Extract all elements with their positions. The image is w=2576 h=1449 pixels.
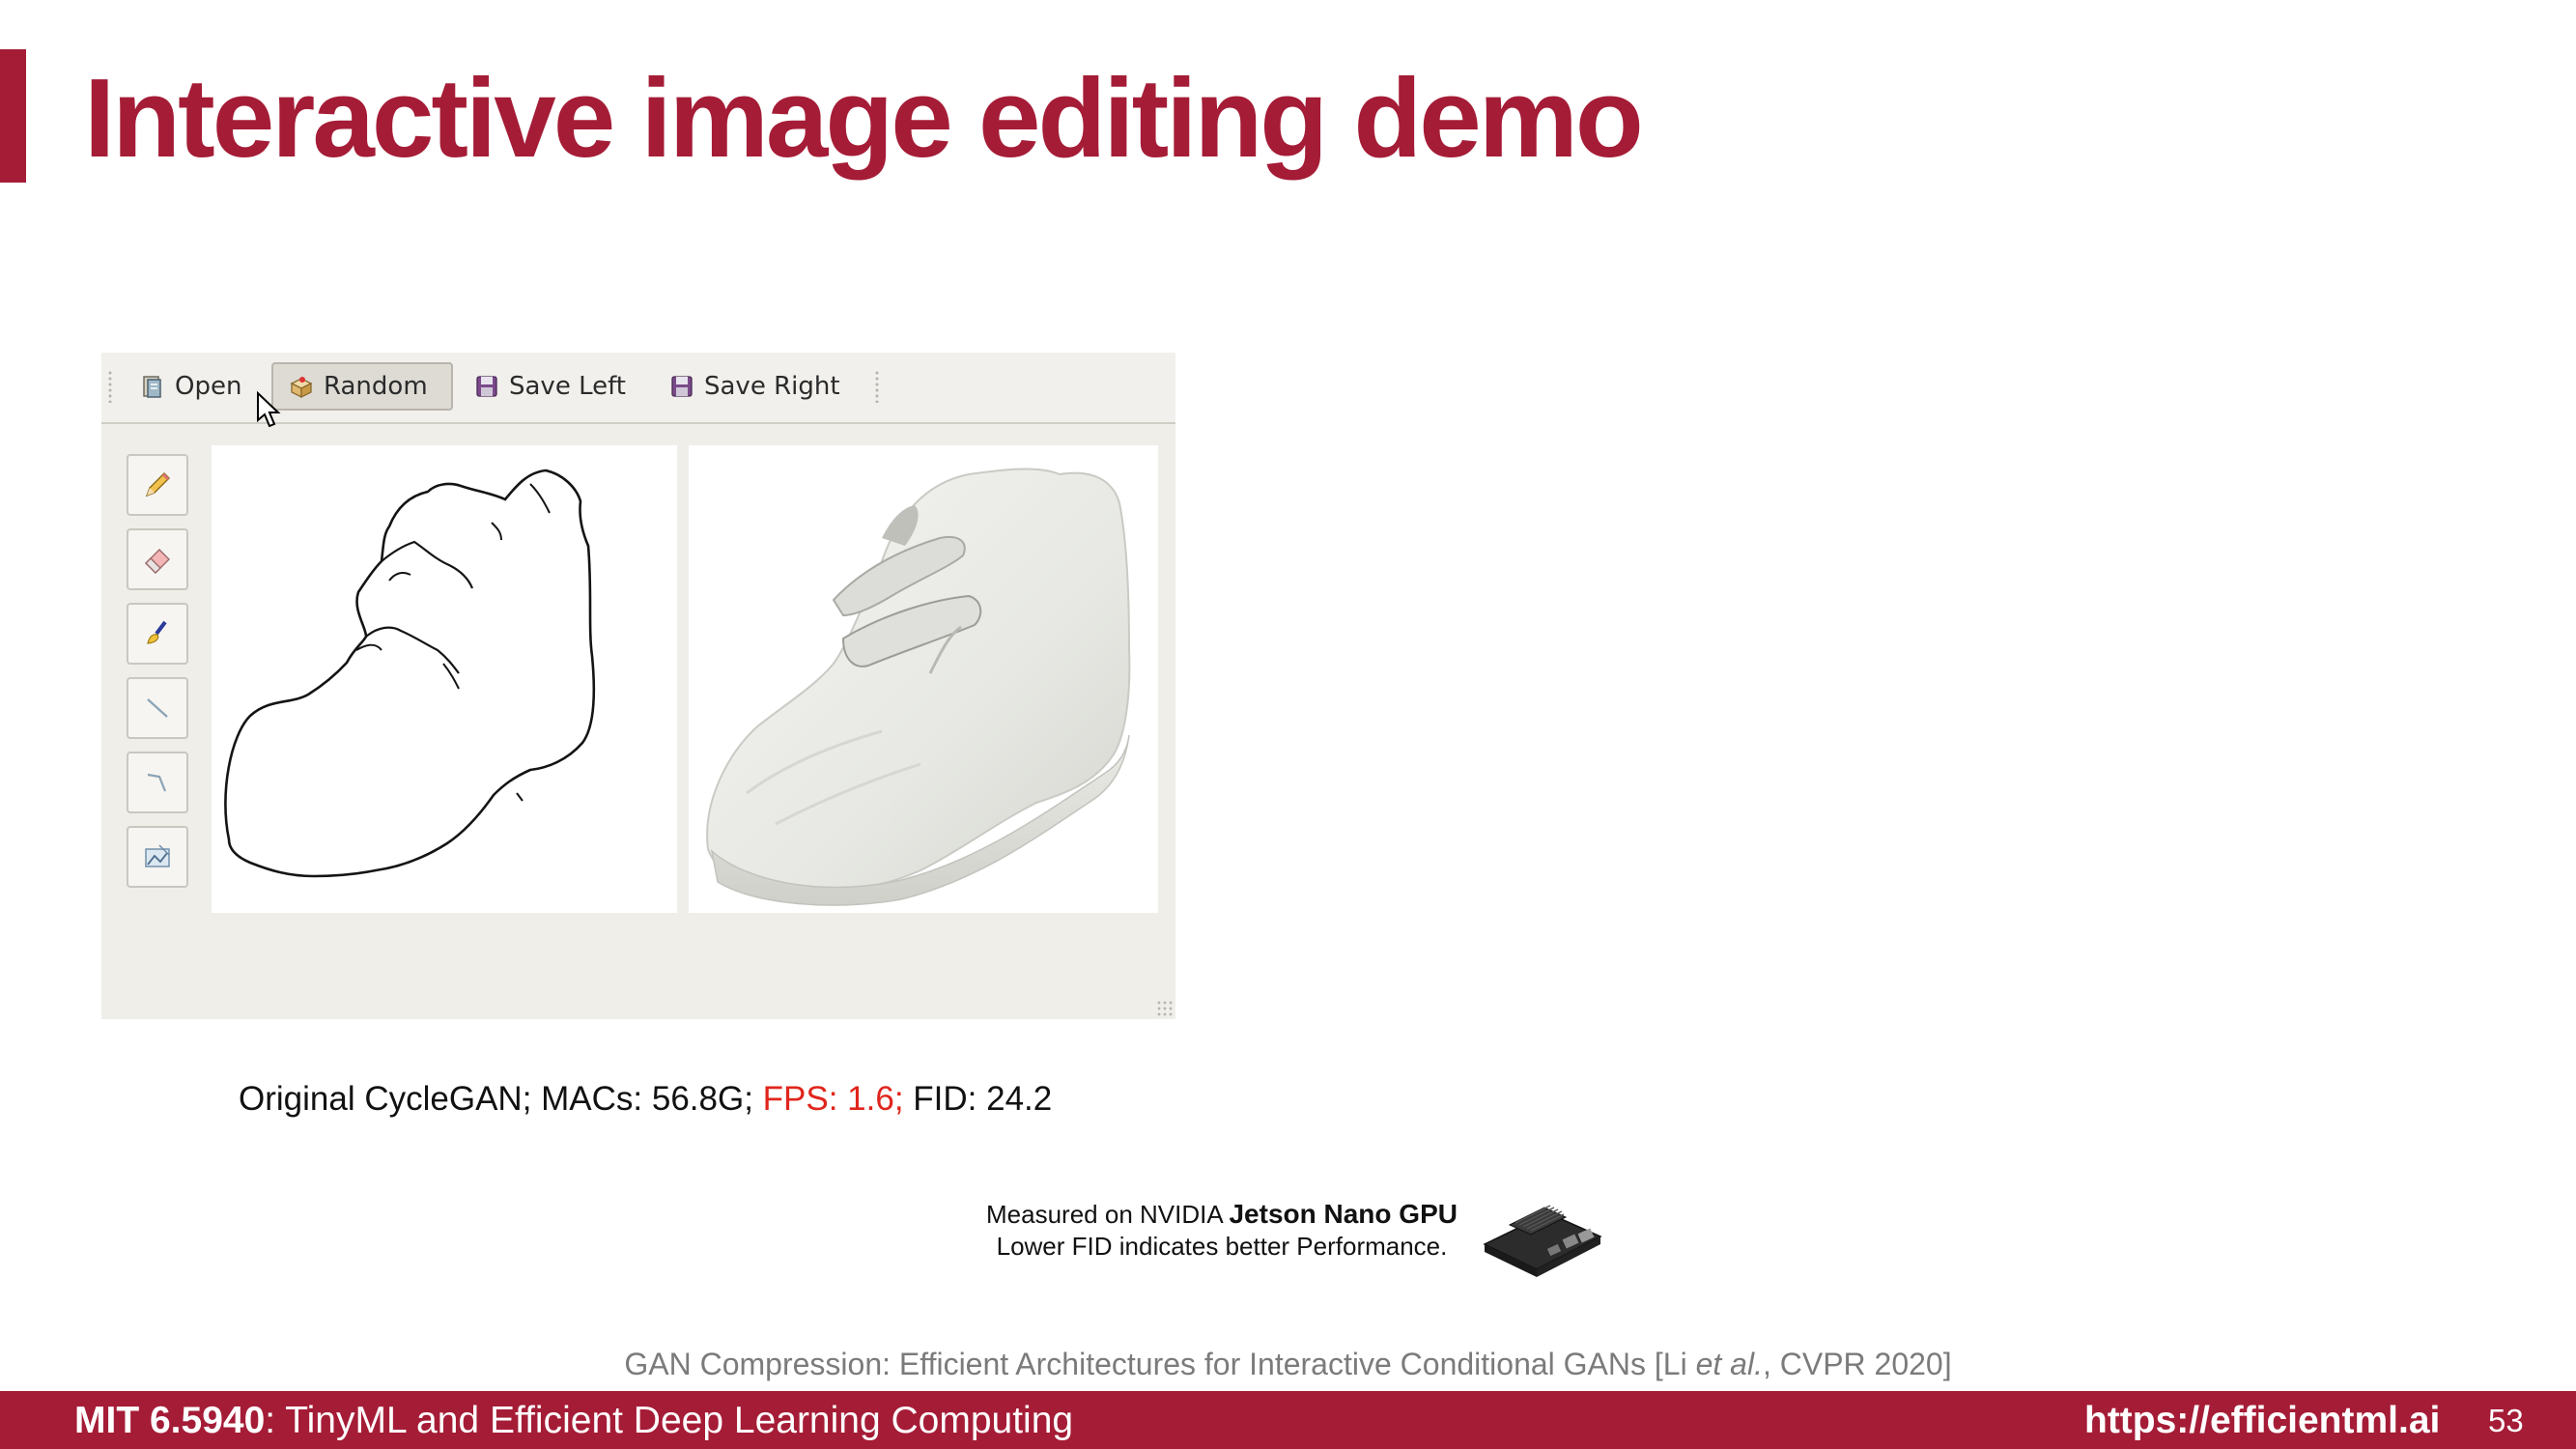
sketch-input-canvas[interactable] xyxy=(212,445,677,913)
course-code: MIT 6.5940 xyxy=(74,1400,266,1441)
jetson-nano-board-image xyxy=(1483,1205,1602,1277)
eraser-tool-button[interactable] xyxy=(127,528,188,590)
caption-model-macs: Original CycleGAN; MACs: 56.8G; xyxy=(239,1080,763,1118)
generated-output-canvas[interactable] xyxy=(689,445,1158,913)
caption-fid: FID: 24.2 xyxy=(903,1080,1053,1118)
mouse-cursor-icon xyxy=(257,391,281,428)
polyline-icon xyxy=(147,773,167,792)
open-button-label: Open xyxy=(175,372,242,401)
random-button[interactable]: Random xyxy=(271,362,453,411)
citation-et-al: et al. xyxy=(1695,1347,1763,1381)
citation: GAN Compression: Efficient Architectures… xyxy=(0,1347,2576,1382)
line-tool-button[interactable] xyxy=(127,677,188,739)
page-number: 53 xyxy=(2488,1403,2524,1438)
fill-brush-tool-button[interactable] xyxy=(127,603,188,665)
footer-course: MIT 6.5940: TinyML and Efficient Deep Le… xyxy=(74,1400,1073,1442)
performance-caption: Original CycleGAN; MACs: 56.8G; FPS: 1.6… xyxy=(239,1080,1052,1119)
open-file-icon xyxy=(140,374,165,399)
course-name: : TinyML and Efficient Deep Learning Com… xyxy=(265,1400,1074,1441)
line-icon xyxy=(147,698,168,718)
footer-bar: MIT 6.5940: TinyML and Efficient Deep Le… xyxy=(0,1391,2576,1449)
floppy-disk-icon xyxy=(474,374,499,399)
toolbar-grip[interactable] xyxy=(107,370,113,403)
citation-text: GAN Compression: Efficient Architectures… xyxy=(624,1347,1696,1381)
measurement-note: Measured on NVIDIA Jetson Nano GPU Lower… xyxy=(898,1198,1545,1263)
random-box-icon xyxy=(289,374,314,399)
slide-title: Interactive image editing demo xyxy=(84,55,1644,181)
tool-palette xyxy=(127,454,194,900)
random-button-label: Random xyxy=(324,372,428,401)
pencil-tool-button[interactable] xyxy=(127,454,188,516)
pencil-icon xyxy=(145,472,170,497)
save-right-button[interactable]: Save Right xyxy=(652,362,858,411)
polyline-tool-button[interactable] xyxy=(127,752,188,813)
measurement-device: Jetson Nano GPU xyxy=(1229,1199,1458,1229)
generated-shoe-image xyxy=(706,468,1131,906)
image-icon xyxy=(145,844,170,867)
caption-fps: FPS: 1.6; xyxy=(762,1080,904,1118)
toolbar-end-grip[interactable] xyxy=(874,370,880,403)
citation-venue: , CVPR 2020] xyxy=(1762,1347,1952,1381)
footer-url-link[interactable]: https://efficientml.ai xyxy=(2084,1400,2440,1442)
open-button[interactable]: Open xyxy=(123,362,259,411)
title-accent-bar xyxy=(0,49,26,183)
measurement-line-2: Lower FID indicates better Performance. xyxy=(996,1232,1448,1261)
measurement-line-1: Measured on NVIDIA Jetson Nano GPU xyxy=(898,1198,1545,1231)
floppy-disk-icon xyxy=(669,374,694,399)
image-editing-app-window: Open Random Save Left Save Right xyxy=(101,353,1175,1019)
window-resize-grip[interactable] xyxy=(1156,1000,1174,1017)
save-left-button[interactable]: Save Left xyxy=(457,362,643,411)
measurement-prefix: Measured on NVIDIA xyxy=(986,1200,1230,1229)
image-tool-button[interactable] xyxy=(127,826,188,888)
fill-brush-icon xyxy=(147,620,167,644)
save-right-button-label: Save Right xyxy=(704,372,840,401)
shoe-sketch xyxy=(224,469,596,878)
eraser-icon xyxy=(145,549,170,574)
save-left-button-label: Save Left xyxy=(509,372,626,401)
